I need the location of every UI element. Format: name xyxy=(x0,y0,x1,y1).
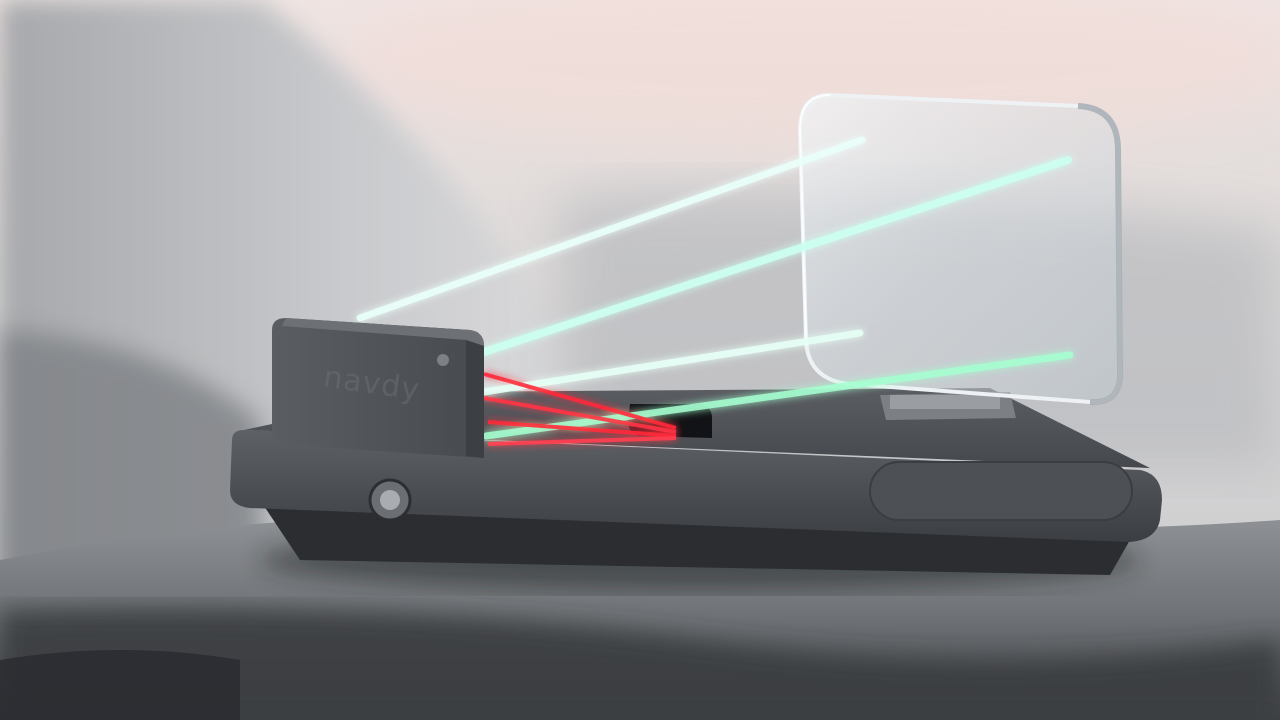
hud-illustration: navdy xyxy=(0,0,1280,720)
dashboard-vent xyxy=(0,650,240,720)
device-side-panel xyxy=(869,461,1133,521)
scene-photo: navdy xyxy=(0,0,1280,720)
projector-indicator-dot xyxy=(437,354,449,366)
combiner-hinge-highlight xyxy=(890,395,1000,409)
device-front-button-cap xyxy=(380,490,400,510)
projector-module: navdy xyxy=(272,318,484,458)
